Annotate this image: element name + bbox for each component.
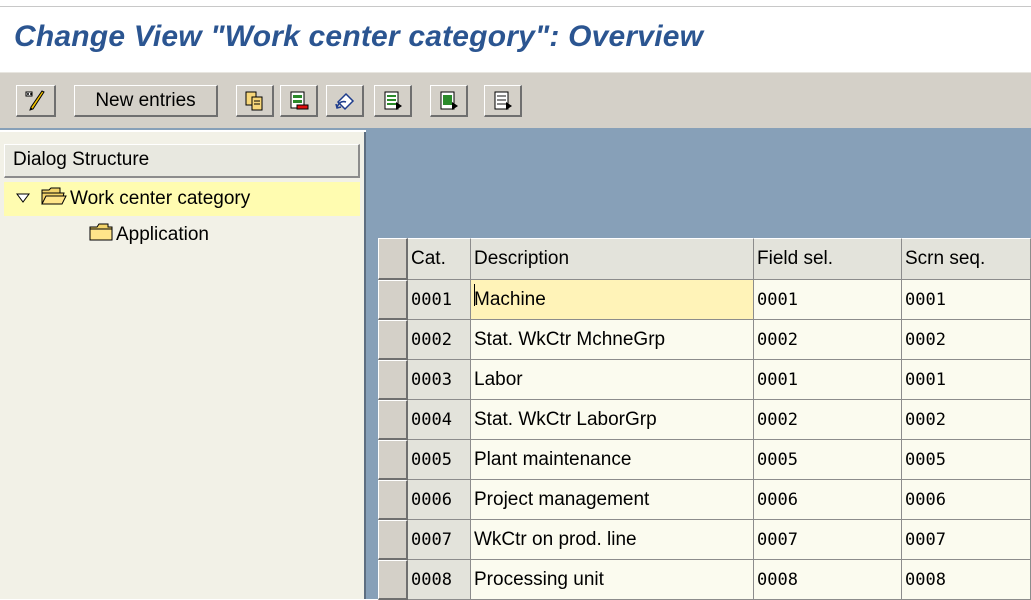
delete-button[interactable] — [280, 85, 318, 117]
row-selector-button[interactable] — [378, 320, 408, 360]
tree-item-application[interactable]: Application — [4, 218, 209, 252]
cell-scrn-seq[interactable]: 0006 — [902, 480, 1031, 520]
cell-description[interactable]: Processing unit — [471, 560, 754, 600]
undo-change-icon — [334, 90, 356, 112]
cell-cat: 0006 — [408, 480, 471, 520]
select-block-icon — [438, 90, 460, 112]
column-header-description[interactable]: Description — [471, 238, 754, 280]
row-selector-button[interactable] — [378, 400, 408, 440]
row-selector-button[interactable] — [378, 360, 408, 400]
cell-description[interactable]: Project management — [471, 480, 754, 520]
select-all-icon — [382, 90, 404, 112]
cell-scrn-seq[interactable]: 0001 — [902, 360, 1031, 400]
cell-field-sel[interactable]: 0006 — [754, 480, 902, 520]
cell-description[interactable]: Plant maintenance — [471, 440, 754, 480]
cell-cat: 0002 — [408, 320, 471, 360]
page-title: Change View "Work center category": Over… — [14, 20, 704, 53]
row-selector-button[interactable] — [378, 520, 408, 560]
undo-change-button[interactable] — [326, 85, 364, 117]
cell-scrn-seq[interactable]: 0007 — [902, 520, 1031, 560]
expand-triangle-icon[interactable] — [16, 188, 30, 210]
cell-cat: 0008 — [408, 560, 471, 600]
tree-item-label: Application — [116, 224, 209, 245]
cell-field-sel[interactable]: 0001 — [754, 280, 902, 320]
cell-description[interactable]: WkCtr on prod. line — [471, 520, 754, 560]
row-selector-button[interactable] — [378, 560, 408, 600]
cell-description[interactable]: Labor — [471, 360, 754, 400]
cell-field-sel[interactable]: 0002 — [754, 400, 902, 440]
panel-top-border — [0, 130, 366, 132]
cell-cat: 0004 — [408, 400, 471, 440]
cell-description[interactable]: Stat. WkCtr LaborGrp — [471, 400, 754, 440]
cell-scrn-seq[interactable]: 0008 — [902, 560, 1031, 600]
cell-description[interactable]: Stat. WkCtr MchneGrp — [471, 320, 754, 360]
tree-item-work-center-category[interactable]: Work center category — [4, 182, 360, 216]
row-selector-button[interactable] — [378, 440, 408, 480]
row-selector-button[interactable] — [378, 480, 408, 520]
cell-description[interactable]: Machine — [471, 280, 754, 320]
cell-cat: 0001 — [408, 280, 471, 320]
deselect-all-icon — [492, 90, 514, 112]
copy-button[interactable] — [236, 85, 274, 117]
cell-field-sel[interactable]: 0005 — [754, 440, 902, 480]
cell-field-sel[interactable]: 0008 — [754, 560, 902, 600]
new-entries-button[interactable]: New entries — [74, 85, 218, 117]
cell-field-sel[interactable]: 0001 — [754, 360, 902, 400]
select-block-button[interactable] — [430, 85, 468, 117]
column-header-field-sel[interactable]: Field sel. — [754, 238, 902, 280]
cell-cat: 0007 — [408, 520, 471, 560]
column-header-scrn-seq[interactable]: Scrn seq. — [902, 238, 1031, 280]
application-toolbar: New entries — [0, 72, 1031, 129]
cell-scrn-seq[interactable]: 0002 — [902, 400, 1031, 440]
cell-scrn-seq[interactable]: 0005 — [902, 440, 1031, 480]
cell-scrn-seq[interactable]: 0001 — [902, 280, 1031, 320]
column-header-cat[interactable]: Cat. — [408, 238, 471, 280]
display-change-button[interactable] — [16, 85, 56, 117]
cell-scrn-seq[interactable]: 0002 — [902, 320, 1031, 360]
cell-field-sel[interactable]: 0007 — [754, 520, 902, 560]
select-all-button[interactable] — [374, 85, 412, 117]
top-border — [0, 0, 1031, 7]
row-selector-button[interactable] — [378, 280, 408, 320]
cell-cat: 0003 — [408, 360, 471, 400]
text-cursor — [474, 284, 475, 306]
select-all-rows-button[interactable] — [378, 238, 408, 280]
delete-icon — [288, 90, 310, 112]
dialog-structure-header: Dialog Structure — [4, 144, 360, 178]
display-change-icon — [24, 89, 48, 113]
copy-icon — [244, 90, 266, 112]
tree-item-label: Work center category — [70, 188, 251, 209]
folder-icon — [88, 221, 114, 249]
cell-field-sel[interactable]: 0002 — [754, 320, 902, 360]
new-entries-label: New entries — [95, 89, 196, 111]
cell-cat: 0005 — [408, 440, 471, 480]
dialog-structure-panel: Dialog Structure Work center category Ap… — [0, 130, 366, 599]
open-folder-icon — [40, 185, 68, 213]
deselect-all-button[interactable] — [484, 85, 522, 117]
